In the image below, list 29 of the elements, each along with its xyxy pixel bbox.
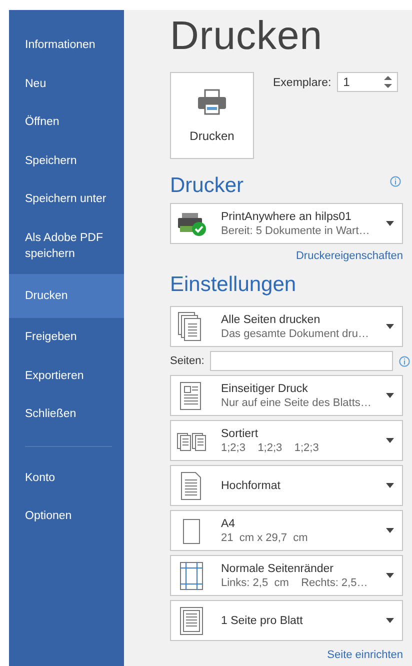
settings-dropdown[interactable]: Sortiert 1;2;3 1;2;3 1;2;3: [170, 420, 403, 461]
copies-label: Exemplare:: [273, 77, 332, 89]
settings-dropdown[interactable]: Alle Seiten drucken Das gesamte Dokument dru…: [170, 306, 403, 347]
sidebar-item[interactable]: Drucken: [9, 274, 124, 318]
page-title: Drucken: [170, 13, 324, 60]
section-heading: Drucker: [170, 173, 244, 199]
sidebar-item[interactable]: Konto: [9, 458, 124, 497]
sidebar-item[interactable]: Neu: [9, 64, 124, 103]
sidebar-item[interactable]: Exportieren: [9, 356, 124, 395]
section-heading: Einstellungen: [170, 272, 298, 298]
sidebar-item[interactable]: Schließen: [9, 395, 124, 434]
sidebar-item[interactable]: Speichern unter: [9, 180, 124, 218]
printer-dropdown[interactable]: PrintAnywhere an hilps01 Bereit: 5 Dokumente in Wart…: [170, 203, 403, 244]
settings-dropdown[interactable]: Einseitiger Druck Nur auf eine Seite des Blatts…: [170, 375, 403, 416]
settings-dropdown[interactable]: 1 Seite pro Blatt: [170, 600, 403, 641]
settings-dropdown[interactable]: Hochformat: [170, 465, 403, 506]
copies-spinner[interactable]: 1: [337, 72, 398, 92]
sidebar-item[interactable]: Speichern: [9, 142, 124, 180]
settings-dropdown[interactable]: Normale Seitenränder Links: 2,5 cm Rechts: 2,5…: [170, 555, 403, 596]
pages-label: Seiten:: [170, 355, 204, 367]
page-setup-link[interactable]: Seite einrichten: [327, 649, 403, 661]
sidebar-item[interactable]: Öffnen: [9, 103, 124, 142]
sidebar-item[interactable]: Informationen: [9, 26, 124, 64]
sidebar-item[interactable]: Optionen: [9, 497, 124, 536]
sidebar-item[interactable]: Als Adobe PDF speichern: [9, 218, 124, 274]
settings-dropdown[interactable]: A4 21 cm x 29,7 cm: [170, 510, 403, 551]
print-button[interactable]: Drucken: [170, 72, 254, 159]
sidebar-item[interactable]: Freigeben: [9, 318, 124, 356]
printer-properties-link[interactable]: Druckereigenschaften: [296, 250, 403, 262]
